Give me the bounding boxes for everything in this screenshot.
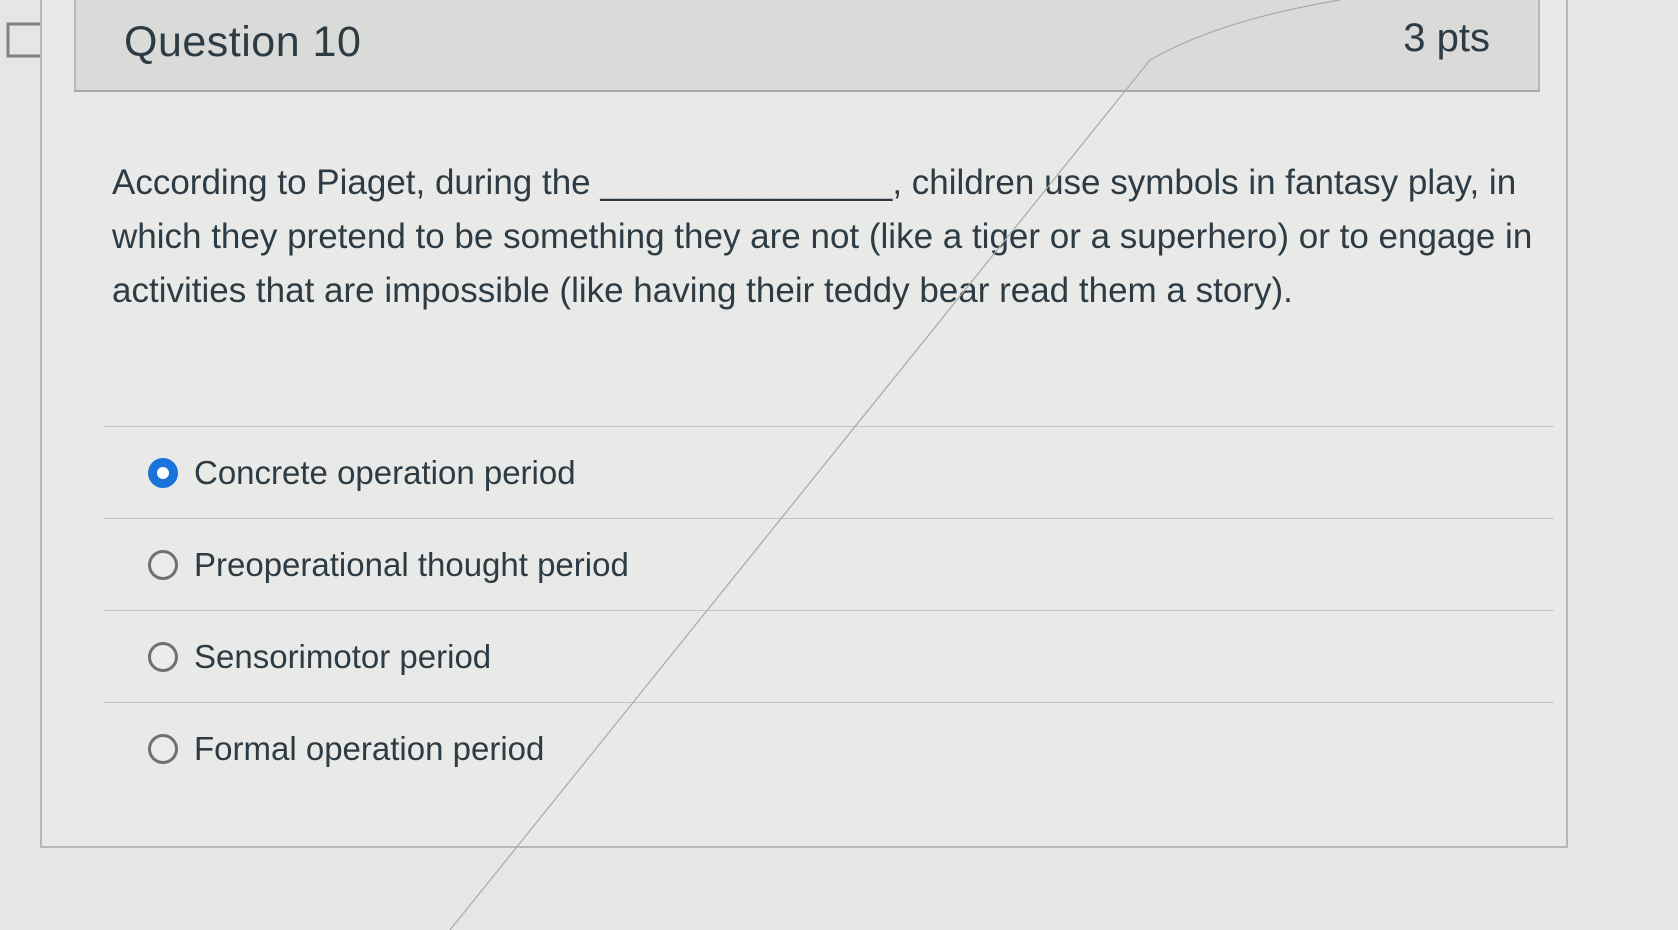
question-text: According to Piaget, during the ________… bbox=[112, 163, 1533, 310]
radio-unselected-icon[interactable] bbox=[148, 549, 178, 580]
answer-label[interactable]: Concrete operation period bbox=[194, 454, 576, 492]
answer-label[interactable]: Preoperational thought period bbox=[194, 546, 629, 584]
answer-option-concrete-operation[interactable]: Concrete operation period bbox=[104, 426, 1554, 518]
answer-option-sensorimotor[interactable]: Sensorimotor period bbox=[104, 610, 1554, 702]
question-points: 3 pts bbox=[1403, 16, 1490, 60]
radio-unselected-icon[interactable] bbox=[148, 641, 178, 672]
answer-label[interactable]: Formal operation period bbox=[194, 730, 544, 768]
answer-option-formal-operation[interactable]: Formal operation period bbox=[104, 702, 1554, 794]
radio-unselected-icon[interactable] bbox=[148, 733, 178, 764]
answer-label[interactable]: Sensorimotor period bbox=[194, 638, 491, 676]
radio-selected-icon[interactable] bbox=[148, 457, 178, 488]
question-title: Question 10 bbox=[124, 18, 362, 66]
answer-option-preoperational-thought[interactable]: Preoperational thought period bbox=[104, 518, 1554, 610]
answer-list: Concrete operation period Preoperational… bbox=[104, 426, 1554, 794]
question-header: Question 10 3 pts bbox=[74, 0, 1540, 92]
question-card: Question 10 3 pts According to Piaget, d… bbox=[40, 0, 1568, 848]
